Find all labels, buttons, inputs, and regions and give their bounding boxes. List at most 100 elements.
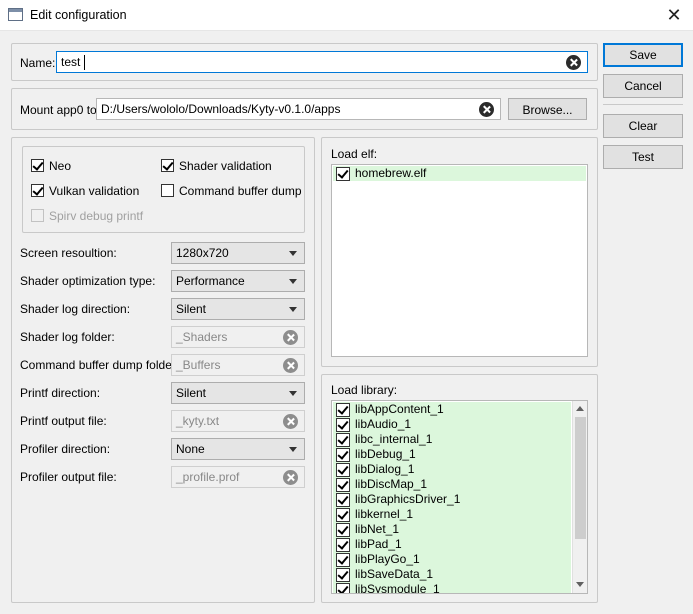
input-value: _profile.prof	[176, 470, 240, 484]
neo-label: Neo	[49, 159, 72, 173]
item-checkbox[interactable]	[336, 493, 350, 507]
cancel-button[interactable]: Cancel	[603, 74, 683, 98]
setting-label: Shader log direction:	[20, 302, 131, 316]
input-value: _Buffers	[176, 358, 221, 372]
shader-validation-checkbox[interactable]	[161, 159, 174, 172]
library-item[interactable]: libNet_1	[333, 522, 571, 537]
scroll-down-icon[interactable]	[576, 582, 584, 587]
text-cursor	[84, 55, 85, 70]
chevron-down-icon	[289, 447, 297, 452]
command-buffer-dump-checkbox[interactable]	[161, 184, 174, 197]
item-checkbox[interactable]	[336, 463, 350, 477]
title-bar: Edit configuration ✕	[0, 0, 693, 31]
setting-input[interactable]: _kyty.txt	[171, 410, 305, 432]
library-item[interactable]: libPad_1	[333, 537, 571, 552]
item-checkbox[interactable]	[336, 568, 350, 582]
clear-mount-path-icon[interactable]	[479, 102, 494, 117]
mount-path-value: D:/Users/wololo/Downloads/Kyty-v0.1.0/ap…	[101, 102, 341, 116]
setting-label: Command buffer dump folder:	[20, 358, 180, 372]
item-checkbox[interactable]	[336, 508, 350, 522]
item-label: libkernel_1	[355, 507, 414, 521]
item-checkbox[interactable]	[336, 478, 350, 492]
name-input-value: test	[61, 55, 81, 69]
setting-label: Profiler direction:	[20, 442, 111, 456]
clear-input-icon[interactable]	[283, 358, 298, 373]
library-item[interactable]: libAudio_1	[333, 417, 571, 432]
browse-button[interactable]: Browse...	[508, 98, 587, 120]
scroll-thumb[interactable]	[575, 417, 586, 539]
load-library-list[interactable]: libAppContent_1 libAudio_1 libc_internal_1…	[331, 400, 588, 594]
scroll-up-icon[interactable]	[576, 406, 584, 411]
clear-input-icon[interactable]	[283, 330, 298, 345]
library-item[interactable]: libAppContent_1	[333, 402, 571, 417]
elf-item[interactable]: homebrew.elf	[333, 166, 586, 181]
command-buffer-dump-label: Command buffer dump	[179, 184, 302, 198]
setting-dropdown[interactable]: Performance	[171, 270, 305, 292]
chevron-down-icon	[289, 251, 297, 256]
setting-dropdown[interactable]: Silent	[171, 382, 305, 404]
item-checkbox[interactable]	[336, 448, 350, 462]
library-item[interactable]: libDiscMap_1	[333, 477, 571, 492]
library-scrollbar[interactable]	[572, 401, 587, 593]
setting-input[interactable]: _Shaders	[171, 326, 305, 348]
library-item[interactable]: libDialog_1	[333, 462, 571, 477]
name-input[interactable]: test	[56, 51, 588, 73]
load-elf-label: Load elf:	[331, 147, 378, 161]
setting-label: Printf direction:	[20, 386, 101, 400]
save-button[interactable]: Save	[603, 43, 683, 67]
item-checkbox[interactable]	[336, 418, 350, 432]
button-separator	[603, 104, 683, 105]
input-value: _kyty.txt	[176, 414, 220, 428]
item-checkbox[interactable]	[336, 167, 350, 181]
load-library-label: Load library:	[331, 383, 398, 397]
setting-input[interactable]: _profile.prof	[171, 466, 305, 488]
setting-input[interactable]: _Buffers	[171, 354, 305, 376]
neo-checkbox[interactable]	[31, 159, 44, 172]
item-checkbox[interactable]	[336, 538, 350, 552]
item-checkbox[interactable]	[336, 523, 350, 537]
item-label: libPad_1	[355, 537, 402, 551]
setting-dropdown[interactable]: 1280x720	[171, 242, 305, 264]
dropdown-value: None	[176, 442, 205, 456]
chevron-down-icon	[289, 391, 297, 396]
library-item[interactable]: libSysmodule_1	[333, 582, 571, 594]
item-label: libPlayGo_1	[355, 552, 420, 566]
close-window-button[interactable]: ✕	[662, 5, 686, 25]
input-value: _Shaders	[176, 330, 228, 344]
mount-path-input[interactable]: D:/Users/wololo/Downloads/Kyty-v0.1.0/ap…	[96, 98, 501, 120]
item-label: libSysmodule_1	[355, 582, 440, 594]
library-item[interactable]: libGraphicsDriver_1	[333, 492, 571, 507]
library-item[interactable]: libSaveData_1	[333, 567, 571, 582]
clear-name-icon[interactable]	[566, 55, 581, 70]
item-checkbox[interactable]	[336, 553, 350, 567]
window-title: Edit configuration	[30, 8, 127, 22]
library-item[interactable]: libc_internal_1	[333, 432, 571, 447]
setting-dropdown[interactable]: Silent	[171, 298, 305, 320]
vulkan-validation-checkbox[interactable]	[31, 184, 44, 197]
item-checkbox[interactable]	[336, 583, 350, 593]
clear-button[interactable]: Clear	[603, 114, 683, 138]
spirv-debug-printf-label: Spirv debug printf	[49, 209, 144, 223]
test-button[interactable]: Test	[603, 145, 683, 169]
item-label: libAppContent_1	[355, 402, 444, 416]
clear-input-icon[interactable]	[283, 414, 298, 429]
chevron-down-icon	[289, 279, 297, 284]
item-checkbox[interactable]	[336, 433, 350, 447]
setting-dropdown[interactable]: None	[171, 438, 305, 460]
load-elf-list[interactable]: homebrew.elf	[331, 164, 588, 357]
clear-input-icon[interactable]	[283, 470, 298, 485]
setting-label: Shader optimization type:	[20, 274, 156, 288]
library-item[interactable]: libDebug_1	[333, 447, 571, 462]
setting-label: Printf output file:	[20, 414, 107, 428]
item-checkbox[interactable]	[336, 403, 350, 417]
dropdown-value: 1280x720	[176, 246, 229, 260]
item-label: homebrew.elf	[355, 166, 427, 180]
item-label: libDialog_1	[355, 462, 415, 476]
window-icon	[8, 8, 23, 21]
dropdown-value: Silent	[176, 386, 207, 400]
setting-label: Profiler output file:	[20, 470, 117, 484]
spirv-debug-printf-checkbox	[31, 209, 44, 222]
item-label: libSaveData_1	[355, 567, 434, 581]
library-item[interactable]: libkernel_1	[333, 507, 571, 522]
library-item[interactable]: libPlayGo_1	[333, 552, 571, 567]
